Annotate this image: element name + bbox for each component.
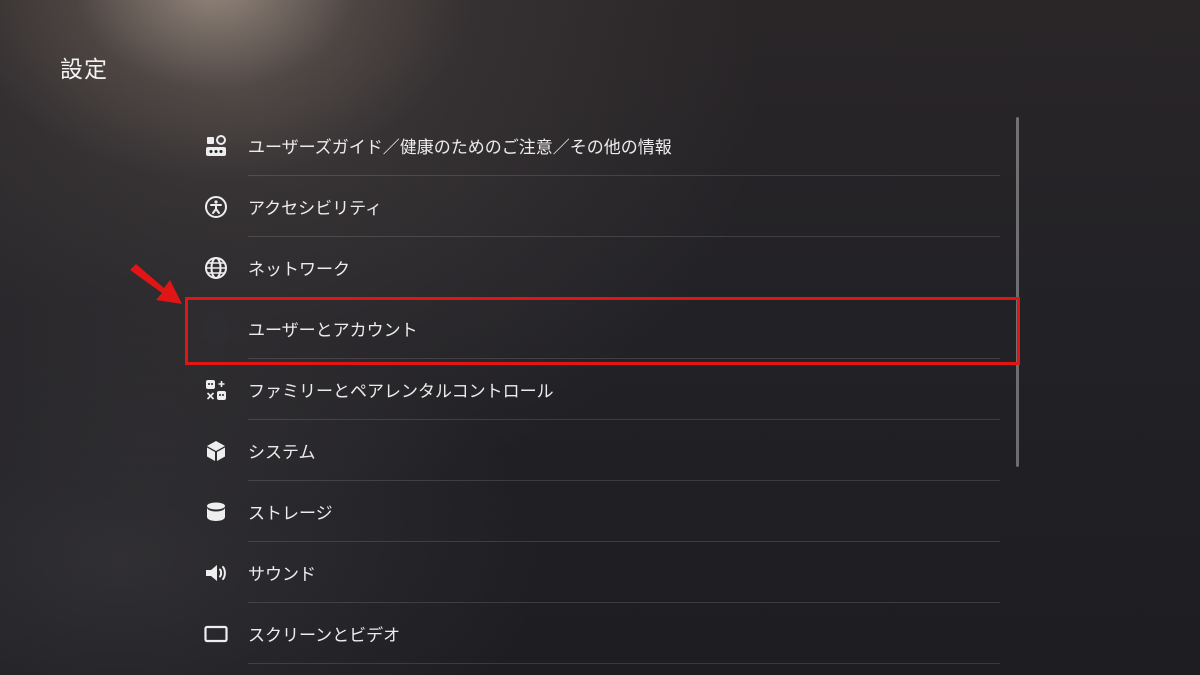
- menu-item-system[interactable]: システム: [195, 420, 1000, 481]
- menu-item-label: ストレージ: [248, 504, 333, 524]
- screen-icon: [203, 621, 229, 647]
- menu-item-label: アクセシビリティ: [248, 199, 383, 219]
- menu-item-label: サウンド: [248, 565, 316, 585]
- scrollbar[interactable]: [1016, 117, 1019, 467]
- menu-item-accessibility[interactable]: アクセシビリティ: [195, 176, 1000, 237]
- settings-menu: ユーザーズガイド／健康のためのご注意／その他の情報 アクセシビリティ ネットワー…: [195, 115, 1000, 664]
- cube-icon: [203, 438, 229, 464]
- menu-item-label: ユーザーとアカウント: [248, 321, 418, 341]
- menu-item-label: システム: [248, 443, 316, 463]
- menu-item-family[interactable]: ファミリーとペアレンタルコントロール: [195, 359, 1000, 420]
- menu-item-sound[interactable]: サウンド: [195, 542, 1000, 603]
- menu-item-screen-video[interactable]: スクリーンとビデオ: [195, 603, 1000, 664]
- accessibility-icon: [203, 194, 229, 220]
- menu-item-label: スクリーンとビデオ: [248, 626, 401, 646]
- storage-icon: [203, 499, 229, 525]
- menu-item-label: ユーザーズガイド／健康のためのご注意／その他の情報: [248, 138, 672, 158]
- menu-item-storage[interactable]: ストレージ: [195, 481, 1000, 542]
- menu-item-label: ネットワーク: [248, 260, 350, 280]
- menu-item-users-accounts[interactable]: ユーザーとアカウント: [195, 298, 1000, 359]
- settings-screen: 設定 ユーザーズガイド／健康のためのご注意／その他の情報 アクセシビリティ ネッ…: [0, 0, 1200, 675]
- user-guide-icon: [203, 133, 229, 159]
- family-icon: [203, 377, 229, 403]
- menu-item-user-guide[interactable]: ユーザーズガイド／健康のためのご注意／その他の情報: [195, 115, 1000, 176]
- avatar-placeholder: [203, 311, 229, 346]
- globe-icon: [203, 255, 229, 281]
- speaker-icon: [203, 560, 229, 586]
- divider: [248, 663, 1000, 664]
- page-title: 設定: [60, 57, 108, 83]
- menu-item-network[interactable]: ネットワーク: [195, 237, 1000, 298]
- pointer-arrow-icon: [130, 264, 182, 304]
- menu-item-label: ファミリーとペアレンタルコントロール: [248, 382, 554, 402]
- avatar-icon: [203, 311, 229, 346]
